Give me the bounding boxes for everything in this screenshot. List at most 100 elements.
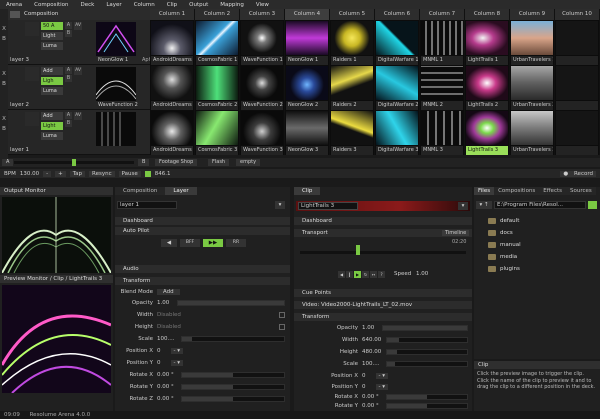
layer-a-button[interactable]: A — [65, 67, 72, 74]
path-go-button[interactable] — [588, 201, 597, 209]
clip-slot[interactable] — [555, 20, 600, 65]
param-slider[interactable] — [386, 361, 468, 367]
speed-value[interactable]: 1.00 — [416, 271, 428, 277]
menu-layer[interactable]: Layer — [100, 2, 127, 8]
param-value[interactable]: 0 — [157, 360, 161, 366]
column-header[interactable]: Column 5 — [330, 9, 375, 20]
clip-menu-button[interactable]: ▾ — [458, 202, 468, 210]
clip-slot[interactable]: DigitalWarfare 3 — [375, 110, 420, 155]
deck-tab[interactable]: Flash — [208, 159, 230, 166]
column-header[interactable]: Column 9 — [510, 9, 555, 20]
param-slider[interactable] — [386, 394, 468, 400]
column-header[interactable]: Column 7 — [420, 9, 465, 20]
layer-thumb[interactable] — [25, 22, 39, 36]
tab-clip[interactable]: Clip — [294, 187, 321, 195]
crossfader-a-button[interactable]: A — [2, 159, 14, 166]
pause-button[interactable]: Pause — [118, 170, 141, 177]
column-header[interactable]: Column 6 — [375, 9, 420, 20]
param-value[interactable]: 1.00 — [157, 300, 169, 306]
clip-slot[interactable]: CosmosFabric 1 — [195, 20, 240, 65]
transport-playhead[interactable] — [356, 245, 360, 255]
param-value[interactable]: 640.00 — [362, 337, 381, 343]
tab-sources[interactable]: Sources — [566, 187, 596, 195]
layer-thumb[interactable] — [25, 112, 39, 126]
layer-blend-pill[interactable]: Add — [41, 112, 63, 120]
clip-slot[interactable]: AndroidDreams 1 — [150, 20, 195, 65]
clear-x-button[interactable]: X — [0, 116, 8, 126]
clip-slot[interactable]: MNML 2 — [420, 65, 465, 110]
layer-av-button[interactable]: AV — [74, 22, 82, 30]
clear-x-button[interactable]: X — [0, 26, 8, 36]
file-list-item[interactable]: manual — [488, 241, 521, 249]
clip-name-field[interactable]: LightTrails 3 — [298, 202, 358, 210]
autopilot-play-button[interactable]: ▶▶ — [203, 239, 223, 247]
clip-section-cue-points[interactable]: Cue Points — [294, 289, 472, 297]
clip-slot[interactable]: NeonGlow 3 — [285, 110, 330, 155]
param-value[interactable]: 0.00 ° — [362, 403, 379, 409]
param-value[interactable]: 0 — [362, 384, 366, 390]
blend-mode-select[interactable]: Add — [157, 289, 180, 295]
bpm-minus-button[interactable]: - — [43, 170, 52, 177]
layer-pill[interactable]: Luma — [41, 132, 63, 140]
layer-name-field[interactable]: layer 1 — [117, 201, 177, 209]
layer-clip-thumb[interactable] — [95, 67, 137, 101]
menu-mapping[interactable]: Mapping — [214, 2, 250, 8]
param-slider[interactable] — [386, 349, 468, 355]
section-transform[interactable]: Transform — [115, 277, 290, 285]
param-value[interactable]: 0 — [157, 348, 161, 354]
param-slider[interactable] — [181, 396, 285, 402]
clip-slot[interactable]: AndroidDreams 3 — [150, 110, 195, 155]
column-header[interactable]: Column 8 — [465, 9, 510, 20]
clip-slot[interactable]: Raiders 2 — [330, 65, 375, 110]
bypass-b-button[interactable]: B — [0, 36, 8, 46]
random-button[interactable]: ? — [378, 271, 385, 278]
param-slider[interactable] — [386, 337, 468, 343]
param-value[interactable]: 0.00 ° — [157, 384, 174, 390]
clip-slot[interactable]: NeonGlow 2 — [285, 65, 330, 110]
param-menu-button[interactable]: - ▾ — [170, 360, 183, 366]
pause-transport-button[interactable]: ‖ — [346, 271, 353, 278]
layer-thumb[interactable] — [25, 67, 39, 81]
clip-section-transform[interactable]: Transform — [294, 313, 472, 321]
clip-slot[interactable]: CosmosFabric 2 — [195, 65, 240, 110]
bounce-button[interactable]: ↔ — [370, 271, 377, 278]
loop-button[interactable]: ↻ — [362, 271, 369, 278]
param-slider[interactable] — [177, 300, 285, 306]
bpm-value[interactable]: 130.00 — [20, 171, 39, 177]
tab-composition[interactable]: Composition — [115, 187, 166, 195]
clip-section-video[interactable]: Video: Video2000-LightTrails_LT_02.mov — [294, 301, 472, 309]
transport-timeline[interactable] — [300, 251, 466, 254]
layer-name[interactable]: layer 3 — [10, 57, 29, 63]
param-value[interactable]: 1.00 — [362, 325, 374, 331]
param-menu-button[interactable]: - ▾ — [375, 384, 388, 390]
clip-slot[interactable]: WaveFunction 2 — [240, 65, 285, 110]
clip-section-dashboard[interactable]: Dashboard — [294, 217, 472, 225]
file-list-item[interactable]: default — [488, 217, 519, 225]
clip-slot-active[interactable]: LightTrails 3 — [465, 110, 510, 155]
layer-pill[interactable]: Luma — [41, 42, 63, 50]
param-slider[interactable] — [181, 384, 285, 390]
layer-blend-pill[interactable]: Add — [41, 67, 63, 75]
layer-name[interactable]: layer 2 — [10, 102, 29, 108]
clip-slot[interactable]: UrbanTravelers 1 — [510, 20, 555, 65]
param-menu-button[interactable]: - ▾ — [170, 348, 183, 354]
autopilot-rr-button[interactable]: RR — [226, 239, 246, 247]
param-value[interactable]: 0 — [362, 373, 366, 379]
param-value[interactable]: 0.00 ° — [362, 394, 379, 400]
layer-av-button[interactable]: AV — [74, 67, 82, 75]
param-slider[interactable] — [382, 325, 468, 331]
param-checkbox[interactable] — [279, 324, 285, 330]
clip-slot[interactable]: CosmosFabric 3 — [195, 110, 240, 155]
layer-clip-thumb[interactable] — [96, 112, 136, 146]
column-header[interactable]: Column 10 — [555, 9, 600, 20]
param-menu-button[interactable]: - ▾ — [375, 373, 388, 379]
clip-slot[interactable]: LightTrails 2 — [465, 65, 510, 110]
autopilot-bff-button[interactable]: BFF — [180, 239, 200, 247]
folder-up-button[interactable]: ▾ ↑ — [476, 201, 492, 209]
file-list-item[interactable]: plugins — [488, 265, 520, 273]
menu-clip[interactable]: Clip — [161, 2, 183, 8]
path-field[interactable]: E:\Program Files\Resol... — [494, 201, 586, 209]
column-header[interactable]: Column 1 — [150, 9, 195, 20]
resync-button[interactable]: Resync — [89, 170, 115, 177]
clip-slot[interactable]: UrbanTravelers 2 — [510, 65, 555, 110]
